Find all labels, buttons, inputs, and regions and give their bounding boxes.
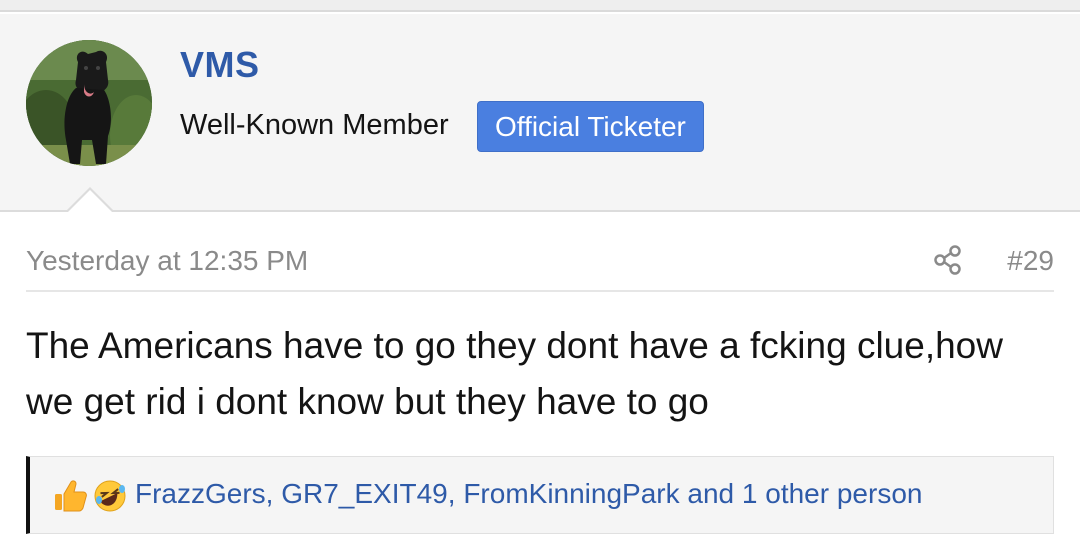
reaction-users-link[interactable]: FrazzGers, GR7_EXIT49, FromKinningPark a… — [135, 478, 922, 510]
avatar[interactable] — [26, 40, 152, 166]
post-body-text: The Americans have to go they dont have … — [26, 325, 1003, 422]
message-pointer — [67, 190, 113, 213]
user-banner-badge: Official Ticketer — [477, 101, 704, 152]
username-link[interactable]: VMS — [180, 44, 260, 86]
reactions-bar: FrazzGers, GR7_EXIT49, FromKinningPark a… — [26, 456, 1054, 534]
post-user-header: VMS Well-Known Member Official Ticketer — [0, 14, 1080, 212]
laughing-face-icon — [92, 478, 128, 514]
user-title: Well-Known Member — [180, 109, 449, 141]
post-number-link[interactable]: #29 — [1007, 245, 1054, 277]
post-meta-bar: Yesterday at 12:35 PM #29 — [26, 240, 1054, 292]
share-icon[interactable] — [932, 244, 964, 276]
dog-avatar-icon — [26, 40, 152, 166]
thumbs-up-icon — [52, 478, 88, 514]
top-divider-strip — [0, 0, 1080, 12]
post-date-link[interactable]: Yesterday at 12:35 PM — [26, 245, 308, 277]
